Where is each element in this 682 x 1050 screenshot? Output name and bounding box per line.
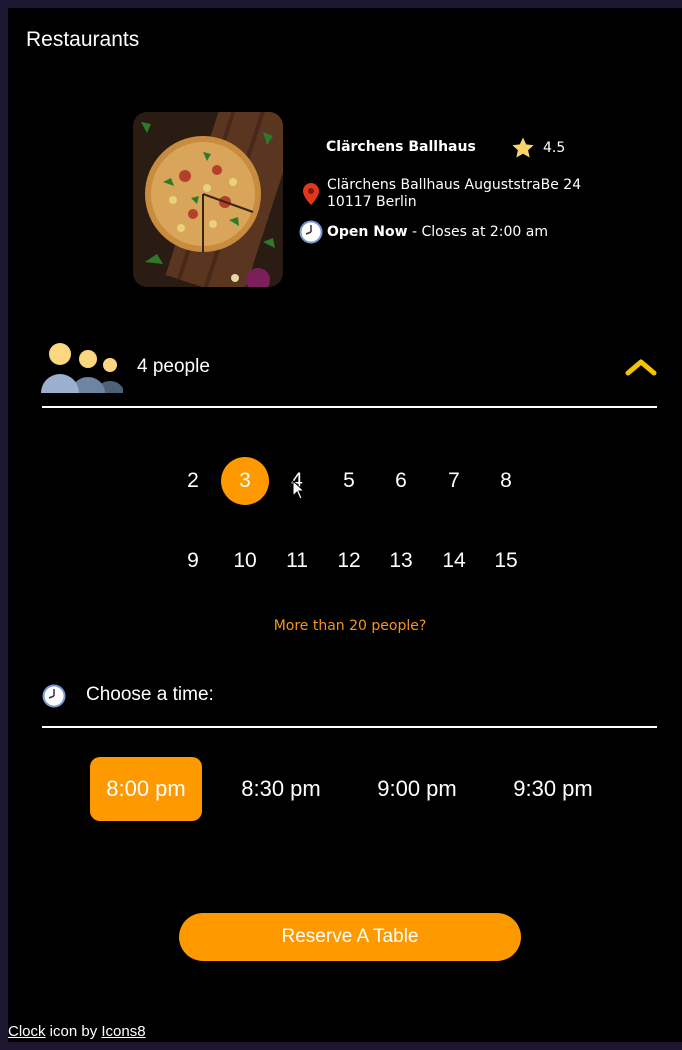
party-size-option[interactable]: 9 <box>169 537 217 585</box>
party-size-option[interactable]: 8 <box>482 457 530 505</box>
clock-credit-link[interactable]: Clock <box>8 1023 46 1040</box>
restaurant-name: Clärchens Ballhaus <box>326 139 476 155</box>
party-size-option[interactable]: 15 <box>482 537 530 585</box>
party-size-option[interactable]: 10 <box>221 537 269 585</box>
divider <box>42 406 657 408</box>
party-size-option[interactable]: 13 <box>377 537 425 585</box>
clock-icon <box>299 220 323 244</box>
rating-value: 4.5 <box>543 140 566 156</box>
page-title: Restaurants <box>26 28 140 51</box>
reserve-table-button[interactable]: Reserve A Table <box>179 913 521 961</box>
credit-text: icon by <box>45 1023 102 1040</box>
restaurant-photo <box>133 112 283 287</box>
people-icon <box>41 341 124 393</box>
app-window: Restaurants Clärchens Ballhaus 4.5 Clärc… <box>8 8 682 1042</box>
party-size-option[interactable]: 6 <box>377 457 425 505</box>
icons8-link[interactable]: Icons8 <box>101 1023 145 1040</box>
chevron-up-icon[interactable] <box>625 356 657 378</box>
party-size-option[interactable]: 14 <box>430 537 478 585</box>
divider <box>42 726 657 728</box>
cursor-icon <box>292 479 306 500</box>
time-slot[interactable]: 9:00 pm <box>361 757 473 821</box>
restaurant-address: Clärchens Ballhaus AuguststraBe 24 10117… <box>327 177 582 210</box>
icon-credit: Clock icon by Icons8 <box>8 1023 146 1040</box>
party-size-option[interactable]: 11 <box>273 537 321 585</box>
open-status: Open Now <box>327 224 408 240</box>
party-size-option[interactable]: 7 <box>430 457 478 505</box>
star-icon <box>511 136 535 160</box>
time-slot[interactable]: 9:30 pm <box>497 757 609 821</box>
more-than-20-link[interactable]: More than 20 people? <box>8 618 682 634</box>
party-size-option[interactable]: 12 <box>325 537 373 585</box>
time-slot[interactable]: 8:30 pm <box>225 757 337 821</box>
party-size-label: 4 people <box>137 356 210 377</box>
time-slot-selected[interactable]: 8:00 pm <box>90 757 202 821</box>
choose-time-label: Choose a time: <box>86 684 214 705</box>
closes-text: - Closes at 2:00 am <box>407 224 548 240</box>
clock-icon <box>42 684 66 708</box>
location-pin-icon <box>301 182 321 206</box>
open-hours: Open Now - Closes at 2:00 am <box>327 224 548 240</box>
party-size-option[interactable]: 2 <box>169 457 217 505</box>
party-size-option[interactable]: 5 <box>325 457 373 505</box>
party-size-option-selected[interactable]: 3 <box>221 457 269 505</box>
